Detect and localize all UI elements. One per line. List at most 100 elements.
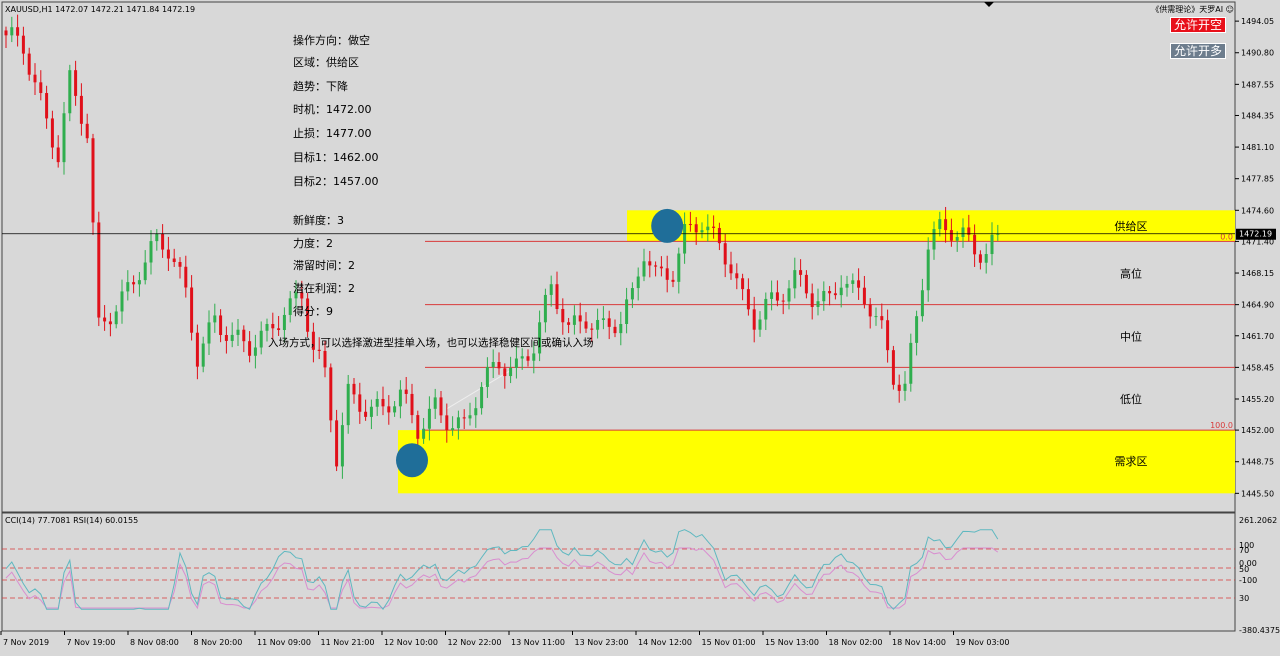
candle-body <box>491 362 495 367</box>
candle-body <box>677 253 681 282</box>
x-tick-label: 8 Nov 20:00 <box>194 638 243 647</box>
x-tick-label: 15 Nov 01:00 <box>702 638 756 647</box>
candle-body <box>949 230 953 241</box>
candle-body <box>804 274 808 294</box>
candle-body <box>555 284 559 310</box>
candle-body <box>990 234 994 255</box>
candle-body <box>955 237 959 241</box>
x-tick-label: 14 Nov 12:00 <box>638 638 692 647</box>
candle-body <box>926 249 930 291</box>
candle-body <box>416 415 420 439</box>
candle-body <box>39 82 43 94</box>
candle-body <box>161 233 165 250</box>
y-tick-label: 1458.45 <box>1241 363 1274 372</box>
candle-body <box>613 326 617 334</box>
candle-body <box>636 276 640 289</box>
candle-body <box>190 287 194 333</box>
y-tick-label: 1474.60 <box>1241 206 1274 215</box>
candle-body <box>456 417 460 429</box>
candle-body <box>323 350 327 368</box>
x-tick-label: 7 Nov 19:00 <box>67 638 116 647</box>
candle-body <box>120 291 124 312</box>
candle-body <box>625 299 629 324</box>
candle-body <box>410 393 414 416</box>
candle-body <box>520 356 524 359</box>
candle-body <box>236 329 240 335</box>
candle-body <box>932 229 936 250</box>
candle-body <box>451 428 455 431</box>
x-tick-label: 18 Nov 02:00 <box>829 638 883 647</box>
demand-zone <box>398 430 1235 494</box>
candle-body <box>509 367 513 377</box>
chart-root: 0.0 100.0 供给区 高位 中位 低位 需求区 1494.05 1490.80 1487.5… <box>0 0 1280 652</box>
candle-body <box>503 368 507 377</box>
candle-body <box>659 266 663 269</box>
candle-body <box>671 279 675 282</box>
indicator-label: CCI(14) 77.7081 RSI(14) 60.0155 <box>5 516 138 525</box>
info-stay-time: 滞留时间：2 <box>293 259 355 272</box>
candle-body <box>404 389 408 394</box>
candle-body <box>207 322 211 344</box>
indicator-axis-label: 30 <box>1239 594 1249 603</box>
candle-body <box>10 27 14 36</box>
candle-body <box>178 262 182 267</box>
x-tick-label: 18 Nov 14:00 <box>892 638 946 647</box>
candle-body <box>758 319 762 330</box>
y-tick-label: 1490.80 <box>1241 49 1274 58</box>
candle-body <box>880 316 884 321</box>
candle-body <box>770 292 774 299</box>
y-tick-label: 1448.75 <box>1241 458 1274 467</box>
candle-body <box>381 398 385 407</box>
info-profit-potential: 潜在利润：2 <box>293 281 355 295</box>
candle-body <box>915 316 919 343</box>
candle-body <box>462 417 466 419</box>
candle-body <box>352 383 356 395</box>
candle-body <box>219 315 223 336</box>
candle-body <box>874 316 878 318</box>
info-freshness: 新鲜度：3 <box>293 213 344 227</box>
allow-short-button[interactable]: 允许开空 <box>1170 17 1227 33</box>
candle-body <box>514 358 518 368</box>
candle-body <box>166 249 170 259</box>
candle-body <box>752 309 756 330</box>
candle-body <box>526 356 530 361</box>
candle-body <box>978 254 982 263</box>
candle-body <box>340 425 344 467</box>
chart-svg: 0.0100.0供给区高位中位低位需求区1494.051490.801487.5… <box>0 1 1280 647</box>
candle-body <box>828 291 832 294</box>
candle-body <box>137 280 141 285</box>
candle-body <box>230 334 234 341</box>
candle-body <box>764 298 768 320</box>
candle-body <box>422 428 426 439</box>
info-target1: 目标1：1462.00 <box>293 150 379 164</box>
x-tick-label: 19 Nov 03:00 <box>956 638 1010 647</box>
allow-long-button[interactable]: 允许开多 <box>1170 43 1227 59</box>
buy-marker <box>396 443 428 478</box>
y-tick-label: 1477.85 <box>1241 175 1274 184</box>
candle-body <box>143 262 147 281</box>
candle-body <box>857 280 861 288</box>
candle-body <box>74 70 78 96</box>
candle-body <box>16 27 20 36</box>
candle-body <box>103 317 107 322</box>
candle-body <box>601 318 605 320</box>
candle-body <box>259 330 263 348</box>
y-tick-label: 1494.05 <box>1241 17 1274 26</box>
candle-body <box>364 411 368 417</box>
candle-body <box>393 406 397 413</box>
y-tick-label: 1455.20 <box>1241 395 1274 404</box>
candle-body <box>567 322 571 325</box>
candle-body <box>282 314 286 331</box>
candle-body <box>694 224 698 233</box>
y-tick-label: 1452.00 <box>1241 426 1274 435</box>
candle-body <box>335 420 339 467</box>
x-tick-label: 15 Nov 13:00 <box>765 638 819 647</box>
candle-body <box>439 397 443 416</box>
candle-body <box>642 261 646 277</box>
y-tick-label: 1468.15 <box>1241 269 1274 278</box>
candle-body <box>851 280 855 284</box>
x-tick-label: 13 Nov 23:00 <box>575 638 629 647</box>
candle-body <box>375 398 379 407</box>
x-tick-label: 12 Nov 10:00 <box>384 638 438 647</box>
candle-body <box>717 227 721 244</box>
